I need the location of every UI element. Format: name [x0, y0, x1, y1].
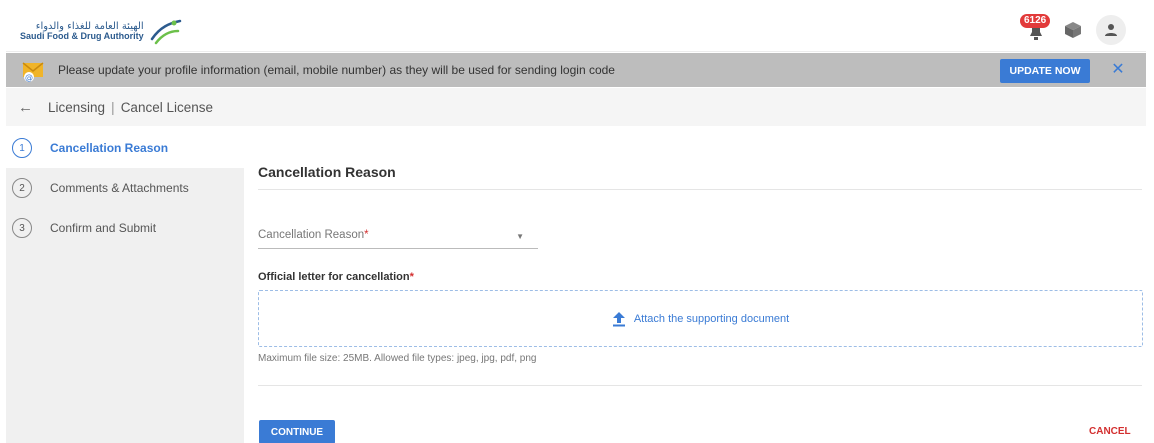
- breadcrumb: ← Licensing | Cancel License: [6, 88, 1146, 126]
- step-number: 2: [12, 178, 32, 198]
- upload-label: Official letter for cancellation: [258, 271, 410, 283]
- user-icon: [1105, 24, 1117, 36]
- attach-document-link[interactable]: Attach the supporting document: [634, 313, 789, 325]
- header-actions: 6126: [1020, 14, 1126, 46]
- step-label: Cancellation Reason: [50, 141, 169, 155]
- step-number: 1: [12, 138, 32, 158]
- logo-arabic-text: الهيئة العامة للغذاء والدواء: [35, 20, 144, 32]
- update-now-button[interactable]: UPDATE NOW: [1000, 59, 1090, 83]
- user-avatar-button[interactable]: [1096, 15, 1126, 45]
- profile-update-banner: @ Please update your profile information…: [6, 53, 1146, 87]
- breadcrumb-page: Cancel License: [120, 99, 213, 115]
- breadcrumb-separator: |: [111, 99, 115, 115]
- close-icon[interactable]: ✕: [1108, 60, 1128, 80]
- file-upload-dropzone[interactable]: Attach the supporting document: [258, 290, 1143, 347]
- sfda-logo[interactable]: الهيئة العامة للغذاء والدواء Saudi Food …: [20, 16, 182, 46]
- step-number: 3: [12, 218, 32, 238]
- back-arrow-icon[interactable]: ←: [18, 99, 38, 116]
- cancel-button[interactable]: CANCEL: [1089, 426, 1131, 437]
- breadcrumb-section[interactable]: Licensing: [48, 100, 105, 115]
- chevron-down-icon: ▼: [516, 232, 524, 241]
- notifications-button[interactable]: 6126: [1020, 14, 1051, 44]
- step-label: Confirm and Submit: [50, 221, 157, 235]
- banner-message: Please update your profile information (…: [58, 63, 615, 77]
- step-comments-attachments[interactable]: 2 Comments & Attachments: [6, 168, 244, 208]
- required-mark: *: [409, 271, 414, 283]
- notification-count-badge: 6126: [1020, 14, 1051, 28]
- step-cancellation-reason[interactable]: 1 Cancellation Reason: [6, 128, 244, 168]
- sfda-logo-mark-icon: [150, 19, 181, 45]
- page-title: Cancellation Reason: [258, 164, 396, 180]
- step-label: Comments & Attachments: [50, 181, 189, 195]
- svg-text:@: @: [25, 73, 33, 82]
- box-icon[interactable]: [1062, 19, 1084, 41]
- envelope-at-icon: @: [22, 62, 44, 82]
- step-confirm-submit[interactable]: 3 Confirm and Submit: [6, 208, 244, 248]
- upload-icon: [612, 311, 625, 326]
- upload-hint: Maximum file size: 25MB. Allowed file ty…: [258, 353, 537, 364]
- top-header: الهيئة العامة للغذاء والدواء Saudi Food …: [6, 8, 1146, 52]
- stepper-sidebar: 1 Cancellation Reason 2 Comments & Attac…: [6, 128, 244, 443]
- main-form-panel: Cancellation Reason Cancellation Reason*…: [244, 128, 1146, 443]
- continue-button[interactable]: CONTINUE: [259, 420, 335, 443]
- logo-english-text: Saudi Food & Drug Authority: [20, 30, 144, 41]
- divider: [258, 189, 1142, 190]
- cancellation-reason-select[interactable]: Cancellation Reason* ▼: [258, 223, 538, 249]
- required-mark: *: [364, 229, 369, 241]
- divider: [258, 385, 1142, 386]
- select-label: Cancellation Reason: [258, 229, 365, 241]
